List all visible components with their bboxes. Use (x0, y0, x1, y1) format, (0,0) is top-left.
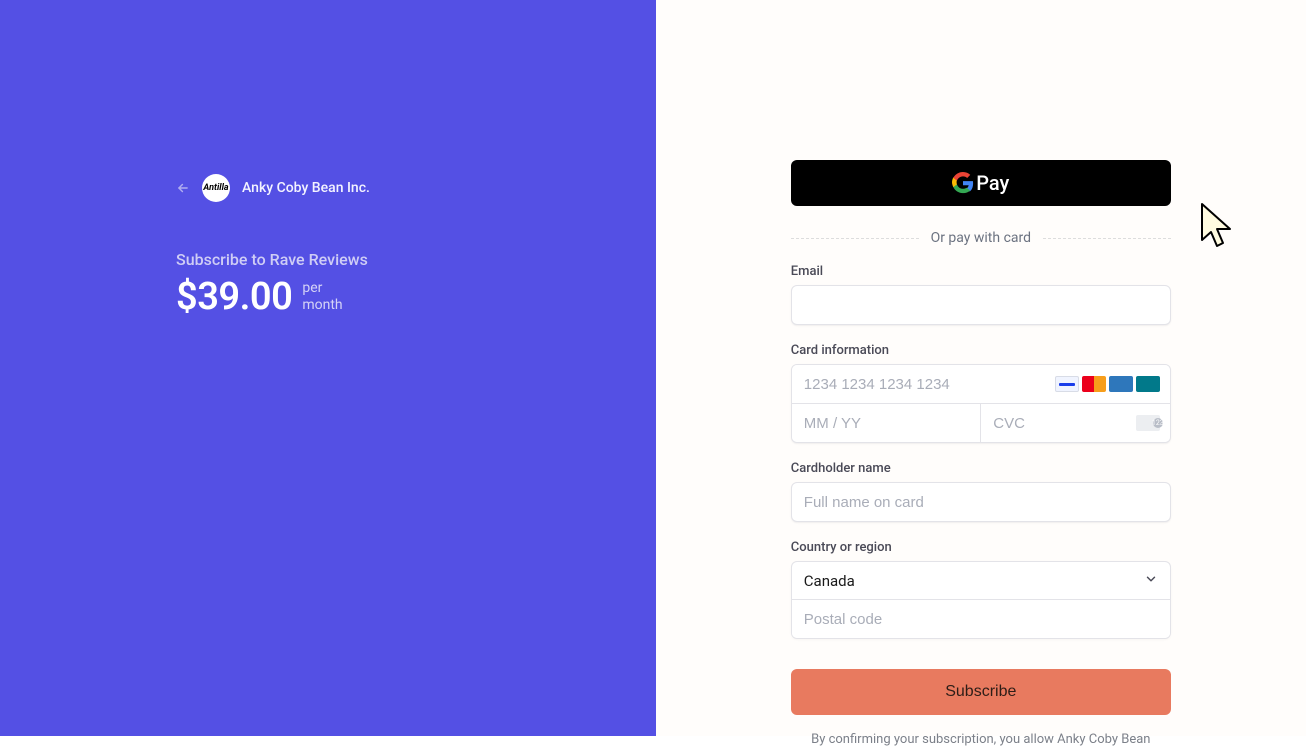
subscribe-button[interactable]: Subscribe (791, 669, 1171, 715)
price-period: per month (302, 280, 342, 314)
amex-icon (1109, 376, 1133, 392)
product-title: Subscribe to Rave Reviews (176, 250, 656, 269)
country-value: Canada (804, 572, 855, 590)
legal-text: By confirming your subscription, you all… (791, 731, 1171, 749)
country-label: Country or region (791, 540, 1171, 555)
price-period-line2: month (302, 297, 342, 314)
email-section: Email (791, 264, 1171, 325)
unionpay-icon (1136, 376, 1160, 392)
google-pay-button[interactable]: Pay (791, 160, 1171, 206)
cardholder-label: Cardholder name (791, 461, 1171, 476)
country-select[interactable]: Canada (792, 562, 1170, 600)
mastercard-icon (1082, 376, 1106, 392)
card-info-label: Card information (791, 343, 1171, 358)
cardholder-section: Cardholder name (791, 461, 1171, 522)
email-label: Email (791, 264, 1171, 279)
cvc-icon: 123 (1136, 415, 1160, 431)
product-price: $39.00 (176, 275, 292, 319)
pay-with-card-divider: Or pay with card (791, 230, 1171, 246)
merchant-row: Antilla Anky Coby Bean Inc. (176, 174, 656, 202)
country-section: Country or region Canada (791, 540, 1171, 639)
merchant-name: Anky Coby Bean Inc. (242, 180, 370, 196)
back-arrow-icon[interactable] (176, 181, 190, 195)
merchant-logo: Antilla (202, 174, 230, 202)
chevron-down-icon (1144, 572, 1158, 590)
country-input-group: Canada (791, 561, 1171, 639)
card-expiry-input[interactable] (792, 404, 981, 442)
cardholder-input[interactable] (791, 482, 1171, 522)
card-input-group: 123 (791, 364, 1171, 443)
payment-panel: Pay Or pay with card Email Card informat… (656, 0, 1306, 736)
card-brand-icons (1055, 376, 1160, 392)
google-pay-label: Pay (976, 171, 1009, 195)
summary-panel: Antilla Anky Coby Bean Inc. Subscribe to… (0, 0, 656, 736)
visa-icon (1055, 376, 1079, 392)
email-input[interactable] (791, 285, 1171, 325)
card-section: Card information (791, 343, 1171, 443)
divider-text: Or pay with card (919, 230, 1043, 246)
google-g-icon (952, 172, 974, 194)
product-summary: Subscribe to Rave Reviews $39.00 per mon… (176, 250, 656, 319)
price-period-line1: per (302, 280, 342, 297)
postal-code-input[interactable] (792, 600, 1170, 638)
